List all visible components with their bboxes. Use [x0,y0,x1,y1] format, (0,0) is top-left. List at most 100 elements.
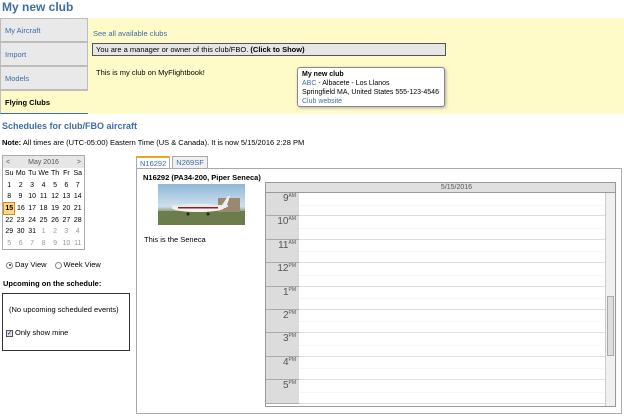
nav-my-aircraft[interactable]: My Aircraft [0,18,88,42]
hour-row[interactable]: 12PM [266,263,606,287]
see-all-clubs-link[interactable]: See all available clubs [93,29,167,38]
only-mine-option[interactable]: ✓ Only show mine [6,328,123,337]
calendar-next-button[interactable]: > [77,159,81,166]
calendar-day[interactable]: 5 [49,180,60,192]
hour-row[interactable]: 11AM [266,239,606,264]
calendar-day[interactable]: 9 [15,191,27,203]
hour-row[interactable]: 10AM [266,216,606,240]
day-view-radio[interactable] [6,261,13,269]
week-view-option[interactable]: Week View [54,260,101,269]
calendar-day[interactable]: 10 [61,238,72,250]
calendar-day[interactable]: 20 [61,203,72,215]
calendar-day[interactable]: 21 [72,203,83,215]
calendar-day[interactable]: 26 [49,214,60,226]
calendar-day[interactable]: 11 [38,191,50,203]
calendar-day[interactable]: 23 [15,214,27,226]
calendar-day[interactable]: 16 [15,203,27,215]
calendar-day[interactable]: 11 [72,238,83,250]
calendar-weekday: Tu [28,170,37,178]
hour-slot[interactable] [299,287,606,310]
airport-code-link[interactable]: ABC [302,80,316,87]
hour-row[interactable]: 2PM [266,309,606,334]
calendar-day[interactable]: 3 [26,180,37,192]
hour-label: 5PM [266,380,299,404]
day-view-label: Day View [15,260,47,269]
calendar-day[interactable]: 15 [2,202,16,215]
calendar-day[interactable]: 30 [15,226,27,238]
hour-row[interactable]: 4PM [266,356,606,381]
schedule-scroll-thumb[interactable] [607,296,614,356]
calendar-day[interactable]: 2 [49,226,60,238]
nav-import[interactable]: Import [0,42,88,66]
hour-ampm: PM [288,356,297,363]
hour-row[interactable]: 1PM [266,286,606,310]
week-view-radio[interactable] [54,261,62,269]
calendar-month-label: May 2016 [28,158,59,166]
hour-slot[interactable] [299,193,606,217]
nav-flying-clubs[interactable]: Flying Clubs [0,90,88,114]
calendar-day[interactable]: 24 [26,214,37,226]
hour-slot[interactable] [299,333,606,357]
calendar-day[interactable]: 5 [4,238,15,250]
nav-models[interactable]: Models [0,66,88,90]
day-view-option[interactable]: Day View [6,260,47,269]
calendar-day[interactable]: 7 [72,180,83,192]
calendar-day[interactable]: 2 [15,180,27,192]
hour-slot[interactable] [299,240,606,264]
upcoming-title: Upcoming on the schedule: [3,279,102,288]
calendar-day[interactable]: 12 [49,191,60,203]
hour-number: 11 [278,239,289,251]
hour-slot[interactable] [299,263,606,287]
calendar-day[interactable]: 6 [15,238,27,250]
calendar-day[interactable]: 17 [26,203,37,215]
hour-label: 9AM [266,193,299,217]
hour-slot[interactable] [299,357,606,381]
calendar-day[interactable]: 27 [61,214,72,226]
day-header: 5/15/2016 [266,183,615,193]
hour-row[interactable]: 3PM [266,333,606,357]
hour-slot[interactable] [299,380,606,404]
tab-n269sf[interactable]: N269SF [172,156,208,168]
calendar-day[interactable]: 13 [61,191,72,203]
calendar-day[interactable]: 18 [38,203,50,215]
calendar-day[interactable]: 7 [26,238,37,250]
hour-label: 1PM [266,286,299,310]
calendar-day[interactable]: 3 [61,226,72,238]
hour-slot[interactable] [299,216,606,240]
calendar-day[interactable]: 22 [4,214,15,226]
calendar-day[interactable]: 6 [61,180,72,192]
calendar-day[interactable]: 1 [38,226,50,238]
hour-slot[interactable] [299,310,606,334]
hour-ampm: PM [288,380,297,387]
club-website-link[interactable]: Club website [302,97,440,106]
calendar-day[interactable]: 14 [72,191,83,203]
calendar-day[interactable]: 4 [72,226,83,238]
calendar-day[interactable]: 10 [26,191,37,203]
calendar-day[interactable]: 29 [4,226,15,238]
manager-bar-action[interactable]: (Click to Show) [250,45,304,54]
calendar-day[interactable]: 28 [72,214,83,226]
schedule-scrollbar[interactable] [605,193,615,406]
manager-toggle-bar[interactable]: You are a manager or owner of this club/… [92,43,446,56]
calendar-day[interactable]: 1 [4,180,15,192]
only-mine-checkbox[interactable]: ✓ [6,329,13,337]
tab-n16292[interactable]: N16292 [136,156,171,168]
hour-ampm: PM [288,263,297,270]
hour-row[interactable]: 9AM [266,193,606,217]
calendar-prev-button[interactable]: < [6,159,10,166]
hour-row[interactable]: 5PM [266,380,606,404]
calendar-day[interactable]: 8 [38,238,50,250]
aircraft-description: This is the Seneca [144,235,206,244]
calendar-day[interactable]: 25 [38,214,50,226]
hour-label: 10AM [266,216,299,240]
timezone-note: Note: All times are (UTC-05:00) Eastern … [2,138,304,147]
calendar-day[interactable]: 31 [26,226,37,238]
calendar-day[interactable]: 19 [49,203,60,215]
day-schedule[interactable]: 5/15/2016 9AM 10AM 11AM 12PM 1PM 2PM 3PM 4PM 5PM [265,182,616,407]
aircraft-photo[interactable] [158,184,245,225]
calendar-day[interactable]: 4 [38,180,50,192]
week-view-label: Week View [63,260,101,269]
calendar-day[interactable]: 9 [49,238,60,250]
hour-number: 10 [277,216,289,228]
calendar-day[interactable]: 8 [4,191,15,203]
